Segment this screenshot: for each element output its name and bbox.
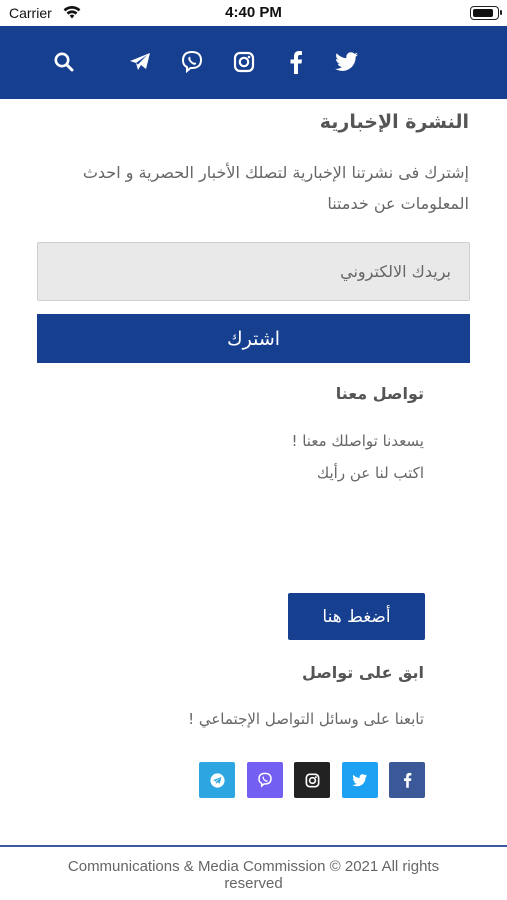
- instagram-icon[interactable]: [230, 48, 258, 76]
- contact-line-2: اكتب لنا عن رأيك: [316, 464, 424, 482]
- newsletter-title: النشرة الإخبارية: [319, 111, 469, 133]
- stay-connected-title: ابق على تواصل: [302, 663, 424, 682]
- battery-icon: [470, 6, 502, 20]
- footer-copyright: Communications & Media Commission © 2021…: [67, 858, 440, 892]
- press-here-button[interactable]: أضغط هنا: [288, 593, 425, 640]
- instagram-icon[interactable]: [294, 762, 330, 798]
- facebook-icon[interactable]: [282, 48, 310, 76]
- search-icon[interactable]: [50, 48, 78, 76]
- clock: 4:40 PM: [225, 4, 282, 21]
- email-field[interactable]: [37, 242, 470, 301]
- telegram-icon[interactable]: [126, 48, 154, 76]
- viber-icon[interactable]: [178, 48, 206, 76]
- header-bar: [0, 26, 507, 99]
- contact-title: تواصل معنا: [335, 384, 424, 403]
- stay-connected-description: تابعنا على وسائل التواصل الإجتماعي !: [188, 710, 424, 728]
- telegram-icon[interactable]: [199, 762, 235, 798]
- contact-line-1: يسعدنا تواصلك معنا !: [291, 432, 424, 450]
- twitter-icon[interactable]: [342, 762, 378, 798]
- facebook-icon[interactable]: [389, 762, 425, 798]
- footer-divider: [0, 845, 507, 847]
- twitter-icon[interactable]: [333, 48, 361, 76]
- status-bar: Carrier 4:40 PM: [0, 0, 507, 26]
- subscribe-button[interactable]: اشترك: [37, 314, 470, 363]
- newsletter-description: إشترك فى نشرتنا الإخبارية لتصلك الأخبار …: [82, 163, 469, 213]
- viber-icon[interactable]: [247, 762, 283, 798]
